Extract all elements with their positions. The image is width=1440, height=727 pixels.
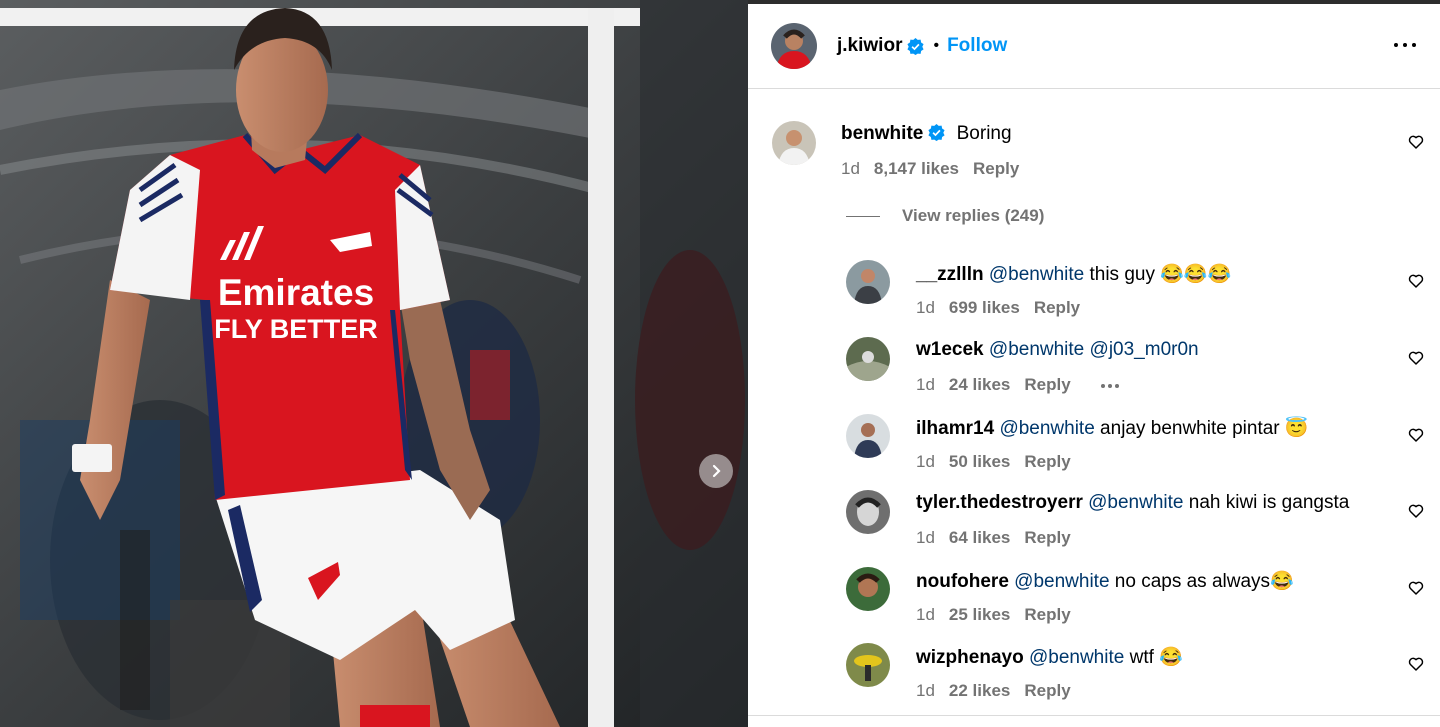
next-image-button[interactable] [699, 454, 733, 488]
comment-likes[interactable]: 8,147 likes [874, 159, 959, 178]
mention-link[interactable]: @benwhite [1088, 492, 1183, 513]
comment-username[interactable]: __zzllln [916, 264, 984, 285]
comment-text: wtf 😂 [1124, 647, 1183, 668]
reply-button[interactable]: Reply [1024, 375, 1070, 394]
comment-likes[interactable]: 25 likes [949, 605, 1010, 624]
comment-username[interactable]: noufohere [916, 571, 1009, 592]
heart-outline-icon[interactable] [1408, 273, 1424, 289]
verified-badge-icon [928, 124, 945, 141]
comment-time: 1d [916, 681, 935, 700]
comment-username[interactable]: tyler.thedestroyerr [916, 492, 1083, 513]
mention-link-2[interactable]: @j03_m0r0n [1090, 339, 1199, 360]
heart-outline-icon[interactable] [1408, 134, 1424, 150]
author-username[interactable]: j.kiwior [837, 35, 902, 57]
sponsor-text-line2: FLY BETTER [214, 314, 378, 344]
reply-button[interactable]: Reply [1024, 452, 1070, 471]
mention-link[interactable]: @benwhite [989, 339, 1084, 360]
comment-username[interactable]: w1ecek [916, 339, 984, 360]
commenter-avatar[interactable] [846, 490, 890, 534]
comment-username[interactable]: wizphenayo [916, 647, 1024, 668]
commenter-avatar[interactable] [846, 260, 890, 304]
comment-text: no caps as always😂 [1109, 571, 1294, 592]
heart-outline-icon[interactable] [1408, 503, 1424, 519]
comment-username[interactable]: benwhite [841, 123, 923, 144]
heart-outline-icon[interactable] [1408, 656, 1424, 672]
view-replies-label: View replies (249) [902, 206, 1045, 225]
comment-text: nah kiwi is gangsta [1183, 492, 1350, 513]
comment-likes[interactable]: 64 likes [949, 528, 1010, 547]
chevron-right-icon [712, 464, 721, 478]
reply-button[interactable]: Reply [1024, 605, 1070, 624]
comment-time: 1d [916, 605, 935, 624]
comment-time: 1d [916, 298, 935, 317]
sponsor-text-line1: Emirates [218, 272, 374, 313]
commenter-avatar[interactable] [846, 414, 890, 458]
view-replies-button[interactable]: View replies (249) [846, 206, 1044, 226]
comment-time: 1d [916, 375, 935, 394]
comment-likes[interactable]: 699 likes [949, 298, 1020, 317]
heart-outline-icon[interactable] [1408, 427, 1424, 443]
comment-username[interactable]: ilhamr14 [916, 418, 994, 439]
comment-time: 1d [916, 452, 935, 471]
comment-likes[interactable]: 22 likes [949, 681, 1010, 700]
verified-badge-icon [907, 37, 925, 55]
mention-link[interactable]: @benwhite [989, 264, 1084, 285]
post-header: j.kiwior • Follow [748, 4, 1440, 89]
reply-button[interactable]: Reply [1024, 681, 1070, 700]
comment-likes[interactable]: 24 likes [949, 375, 1010, 394]
comment-text: this guy 😂😂😂 [1084, 264, 1232, 285]
comment-options-icon[interactable] [1100, 383, 1119, 388]
post-image: Emirates FLY BETTER [0, 0, 748, 727]
mention-link[interactable]: @benwhite [999, 418, 1094, 439]
separator-dot: • [933, 37, 940, 54]
heart-outline-icon[interactable] [1408, 580, 1424, 596]
mention-link[interactable]: @benwhite [1014, 571, 1109, 592]
heart-outline-icon[interactable] [1408, 350, 1424, 366]
commenter-avatar[interactable] [846, 337, 890, 381]
comment-time: 1d [841, 159, 860, 178]
comments-panel: j.kiwior • Follow benwhite Boring 1d 8,14… [748, 0, 1440, 727]
commenter-avatar[interactable] [846, 643, 890, 687]
commenter-avatar[interactable] [846, 567, 890, 611]
reply-button[interactable]: Reply [1034, 298, 1080, 317]
follow-button[interactable]: Follow [947, 35, 1007, 57]
comment-text: anjay benwhite pintar 😇 [1094, 418, 1309, 439]
mention-link[interactable]: @benwhite [1029, 647, 1124, 668]
author-avatar[interactable] [771, 23, 817, 69]
comment-likes[interactable]: 50 likes [949, 452, 1010, 471]
comment-time: 1d [916, 528, 935, 547]
comment-text: Boring [956, 123, 1012, 144]
reply-button[interactable]: Reply [1024, 528, 1070, 547]
more-options-icon[interactable] [1394, 34, 1416, 56]
view-replies-line [846, 215, 880, 217]
bottom-divider [748, 715, 1440, 716]
commenter-avatar[interactable] [772, 121, 816, 165]
reply-button[interactable]: Reply [973, 159, 1019, 178]
